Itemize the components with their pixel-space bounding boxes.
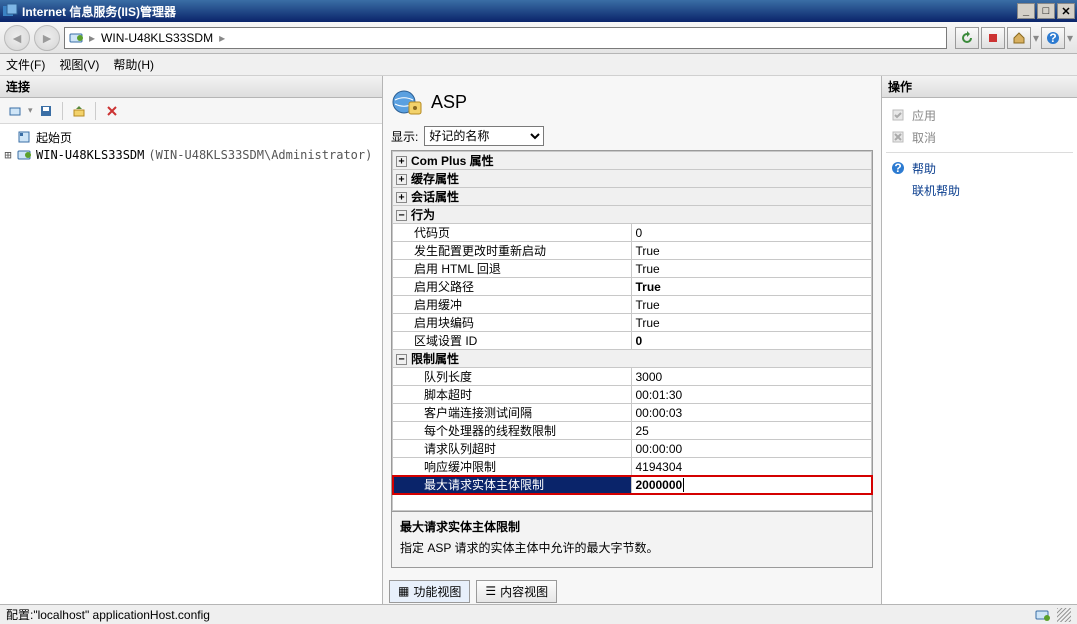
connections-header: 连接 — [0, 76, 382, 98]
connections-pane: 连接 ▾ 起始页 ⊞ WIN-U48KLS33SDM (WIN-U48KLS33… — [0, 76, 383, 604]
stop-button[interactable] — [981, 27, 1005, 49]
page-title: ASP — [431, 92, 467, 113]
tree-host[interactable]: ⊞ WIN-U48KLS33SDM (WIN-U48KLS33SDM\Admin… — [2, 146, 380, 164]
connections-toolbar: ▾ — [0, 98, 382, 124]
close-button[interactable]: ✕ — [1057, 3, 1075, 19]
home-button[interactable] — [1007, 27, 1031, 49]
menu-help[interactable]: 帮助(H) — [113, 56, 154, 73]
tree-host-paren: (WIN-U48KLS33SDM\Administrator) — [148, 148, 372, 162]
refresh-all-button[interactable] — [955, 27, 979, 49]
actions-header: 操作 — [882, 76, 1077, 98]
server-icon — [16, 147, 32, 163]
description-box: 最大请求实体主体限制 指定 ASP 请求的实体主体中允许的最大字节数。 — [391, 512, 873, 568]
apply-icon — [890, 107, 906, 123]
start-page-icon — [16, 129, 32, 145]
app-icon — [2, 3, 18, 19]
breadcrumb-sep-icon: ▸ — [219, 31, 225, 45]
cat-session[interactable]: +会话属性 — [393, 188, 872, 206]
connections-tree[interactable]: 起始页 ⊞ WIN-U48KLS33SDM (WIN-U48KLS33SDM\A… — [0, 124, 382, 604]
action-cancel[interactable]: 取消 — [886, 126, 1073, 148]
prop-clientconn[interactable]: 客户端连接测试间隔00:00:03 — [393, 404, 872, 422]
window-title: Internet 信息服务(IIS)管理器 — [22, 3, 1017, 20]
prop-codepage[interactable]: 代码页0 — [393, 224, 872, 242]
prop-localeid[interactable]: 区域设置 ID0 — [393, 332, 872, 350]
action-help[interactable]: ? 帮助 — [886, 157, 1073, 179]
breadcrumb-sep-icon: ▸ — [89, 31, 95, 45]
back-button[interactable]: ◄ — [4, 25, 30, 51]
asp-icon — [391, 86, 423, 118]
tab-content-view[interactable]: ☰内容视图 — [476, 580, 557, 603]
prop-scripttimeout[interactable]: 脚本超时00:01:30 — [393, 386, 872, 404]
prop-chunked[interactable]: 启用块编码True — [393, 314, 872, 332]
server-icon — [69, 31, 83, 45]
maximize-button[interactable]: □ — [1037, 3, 1055, 19]
display-select[interactable]: 好记的名称 — [424, 126, 544, 146]
tab-features-view[interactable]: ▦功能视图 — [389, 580, 470, 603]
view-tabs: ▦功能视图 ☰内容视图 — [383, 578, 881, 604]
cat-limits[interactable]: −限制属性 — [393, 350, 872, 368]
navbar: ◄ ► ▸ WIN-U48KLS33SDM ▸ ▾ ? ▾ — [0, 22, 1077, 54]
resize-grip[interactable] — [1057, 608, 1071, 622]
description-title: 最大请求实体主体限制 — [400, 518, 864, 535]
expand-icon[interactable]: ⊞ — [2, 148, 14, 162]
tree-start-page[interactable]: 起始页 — [2, 128, 380, 146]
prop-queuelen[interactable]: 队列长度3000 — [393, 368, 872, 386]
prop-maxreqentity[interactable]: 最大请求实体主体限制2000000 — [393, 476, 872, 494]
prop-reqqueueto[interactable]: 请求队列超时00:00:00 — [393, 440, 872, 458]
forward-button[interactable]: ► — [34, 25, 60, 51]
menu-view[interactable]: 视图(V) — [59, 56, 99, 73]
content-icon: ☰ — [485, 584, 496, 598]
svg-text:?: ? — [894, 161, 901, 175]
cat-cache[interactable]: +缓存属性 — [393, 170, 872, 188]
prop-respbuf[interactable]: 响应缓冲限制4194304 — [393, 458, 872, 476]
tree-start-label: 起始页 — [34, 129, 74, 146]
prop-parentpaths[interactable]: 启用父路径True — [393, 278, 872, 296]
cat-complus[interactable]: +Com Plus 属性 — [393, 152, 872, 170]
actions-pane: 操作 应用 取消 ? 帮助 联机帮助 — [882, 76, 1077, 604]
titlebar: Internet 信息服务(IIS)管理器 _ □ ✕ — [0, 0, 1077, 22]
help-button[interactable]: ? — [1041, 27, 1065, 49]
tree-host-label: WIN-U48KLS33SDM — [34, 148, 146, 162]
prop-htmlfallback[interactable]: 启用 HTML 回退True — [393, 260, 872, 278]
delete-button[interactable] — [101, 101, 123, 121]
help-icon: ? — [890, 160, 906, 176]
cat-behavior[interactable]: −行为 — [393, 206, 872, 224]
property-grid[interactable]: +Com Plus 属性 +缓存属性 +会话属性 −行为 代码页0 发生配置更改… — [391, 150, 873, 512]
statusbar: 配置:"localhost" applicationHost.config — [0, 604, 1077, 624]
save-button[interactable] — [35, 101, 57, 121]
cancel-icon — [890, 129, 906, 145]
status-server-icon — [1035, 607, 1051, 623]
prop-restart[interactable]: 发生配置更改时重新启动True — [393, 242, 872, 260]
menubar: 文件(F) 视图(V) 帮助(H) — [0, 54, 1077, 76]
breadcrumb-host[interactable]: WIN-U48KLS33SDM — [101, 31, 213, 45]
display-label: 显示: — [391, 128, 418, 145]
prop-buffering[interactable]: 启用缓冲True — [393, 296, 872, 314]
up-button[interactable] — [68, 101, 90, 121]
menu-file[interactable]: 文件(F) — [6, 56, 45, 73]
svg-text:?: ? — [1049, 31, 1056, 45]
status-text: 配置:"localhost" applicationHost.config — [6, 606, 210, 623]
breadcrumb[interactable]: ▸ WIN-U48KLS33SDM ▸ — [64, 27, 947, 49]
features-icon: ▦ — [398, 584, 409, 598]
connect-button[interactable] — [4, 101, 26, 121]
action-online-help[interactable]: 联机帮助 — [886, 179, 1073, 201]
prop-threadsperproc[interactable]: 每个处理器的线程数限制25 — [393, 422, 872, 440]
description-body: 指定 ASP 请求的实体主体中允许的最大字节数。 — [400, 539, 864, 556]
center-pane: ASP 显示: 好记的名称 +Com Plus 属性 +缓存属性 +会话属性 −… — [383, 76, 882, 604]
action-apply[interactable]: 应用 — [886, 104, 1073, 126]
minimize-button[interactable]: _ — [1017, 3, 1035, 19]
